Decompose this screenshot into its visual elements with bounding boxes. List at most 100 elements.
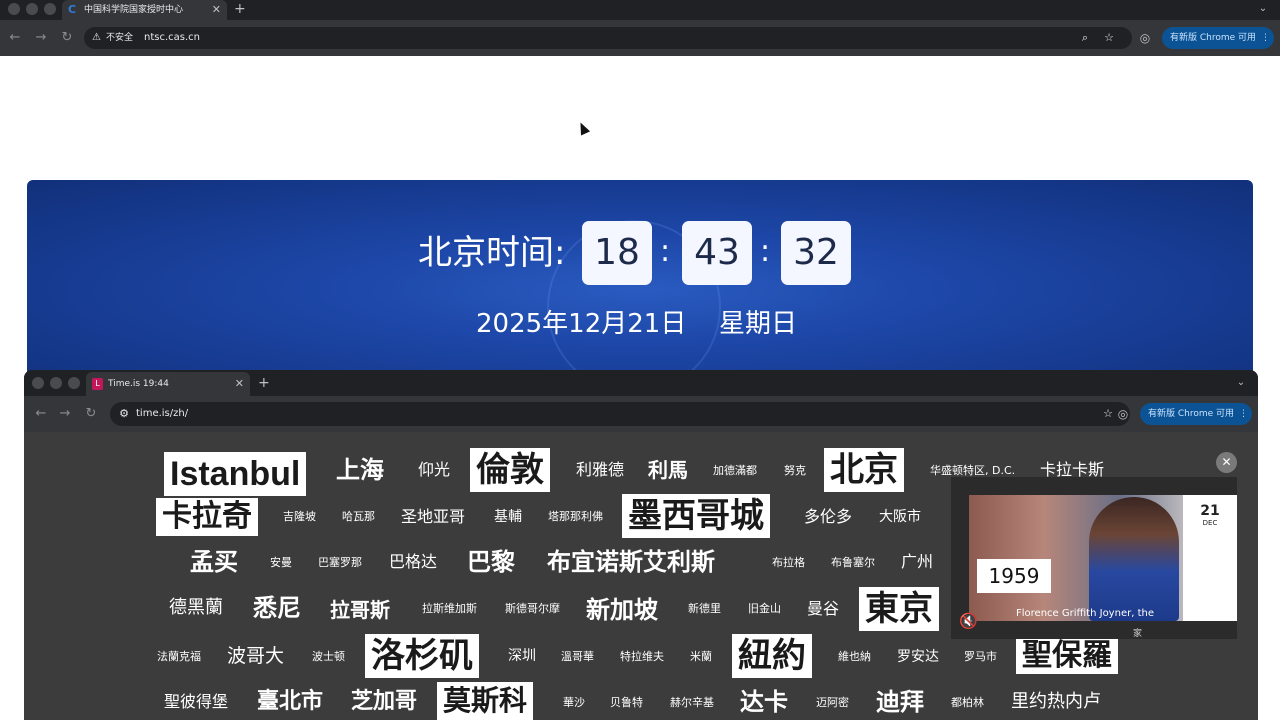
city-link[interactable]: 罗马市: [964, 650, 997, 664]
city-link[interactable]: 孟买: [190, 548, 238, 576]
tab-search-chevron-icon[interactable]: ⌄: [1232, 374, 1250, 392]
forward-arrow-icon[interactable]: →: [32, 29, 50, 47]
city-link[interactable]: 紐約: [732, 634, 812, 678]
city-link[interactable]: 哈瓦那: [342, 510, 375, 524]
reload-icon[interactable]: ↻: [58, 29, 76, 47]
city-link[interactable]: 利雅德: [576, 460, 624, 480]
city-link[interactable]: 拉斯维加斯: [422, 602, 477, 616]
city-link[interactable]: 迪拜: [876, 688, 924, 716]
city-link[interactable]: 墨西哥城: [622, 494, 770, 538]
city-link[interactable]: 大阪市: [879, 507, 921, 527]
city-link[interactable]: 溫哥華: [561, 650, 594, 664]
city-link[interactable]: 波哥大: [227, 646, 284, 666]
city-link[interactable]: 德黑蘭: [169, 598, 223, 618]
city-link[interactable]: 安曼: [270, 556, 292, 570]
new-tab-button[interactable]: +: [234, 0, 246, 18]
city-link[interactable]: 布拉格: [772, 556, 805, 570]
forward-arrow-icon[interactable]: →: [56, 405, 74, 423]
city-link[interactable]: 广州: [901, 552, 933, 572]
city-link[interactable]: 新德里: [688, 602, 721, 616]
city-link[interactable]: 罗安达: [897, 647, 939, 667]
city-link[interactable]: 巴格达: [389, 552, 437, 572]
city-link[interactable]: 臺北市: [257, 688, 323, 716]
city-link[interactable]: 布鲁塞尔: [831, 556, 875, 570]
account-icon[interactable]: ◎: [1137, 30, 1153, 46]
new-tab-button[interactable]: +: [258, 374, 270, 392]
city-link[interactable]: 莫斯科: [437, 682, 534, 720]
city-link[interactable]: 聖彼得堡: [164, 692, 228, 712]
account-icon[interactable]: ◎: [1115, 406, 1131, 422]
city-link[interactable]: 加德滿都: [713, 464, 757, 478]
city-link[interactable]: 旧金山: [748, 602, 781, 616]
city-link[interactable]: 上海: [336, 456, 384, 484]
window-minimize-dot[interactable]: [26, 3, 38, 15]
update-chrome-button[interactable]: 有新版 Chrome 可用 ⋮: [1140, 403, 1252, 425]
tab-close-icon[interactable]: ✕: [235, 372, 244, 396]
city-link[interactable]: 贝鲁特: [610, 696, 643, 710]
city-link[interactable]: 北京: [824, 448, 904, 492]
video-ad-player[interactable]: 21 DEC 1959 Florence Griffith Joyner, th…: [951, 477, 1237, 639]
update-chrome-button[interactable]: 有新版 Chrome 可用 ⋮: [1162, 27, 1274, 49]
city-link[interactable]: 迈阿密: [816, 696, 849, 710]
city-link[interactable]: 深圳: [508, 646, 536, 666]
close-icon[interactable]: ✕: [1216, 452, 1237, 473]
city-link[interactable]: 仰光: [418, 460, 450, 480]
city-link[interactable]: 維也納: [838, 650, 871, 664]
city-link[interactable]: 圣地亚哥: [401, 507, 465, 527]
city-link[interactable]: 米蘭: [690, 650, 712, 664]
url-text[interactable]: time.is/zh/: [136, 402, 188, 426]
city-link[interactable]: 倫敦: [470, 448, 550, 492]
bookmark-star-icon[interactable]: ☆: [1101, 30, 1117, 46]
window-zoom-dot[interactable]: [44, 3, 56, 15]
city-link[interactable]: 巴黎: [467, 548, 515, 576]
city-link[interactable]: 达卡: [740, 688, 788, 716]
tab-ntsc[interactable]: C 中国科学院国家授时中心 ✕: [62, 0, 227, 20]
window-zoom-dot[interactable]: [68, 377, 80, 389]
menu-dots-icon[interactable]: ⋮: [1261, 27, 1270, 49]
city-link[interactable]: 努克: [784, 464, 806, 478]
city-link[interactable]: 斯德哥尔摩: [505, 602, 560, 616]
bookmark-star-icon[interactable]: ☆: [1100, 406, 1116, 422]
url-text[interactable]: ntsc.cas.cn: [144, 27, 200, 49]
menu-dots-icon[interactable]: ⋮: [1239, 403, 1248, 425]
city-link[interactable]: 利馬: [648, 456, 688, 484]
city-link[interactable]: 巴塞罗那: [318, 556, 362, 570]
city-link[interactable]: 都柏林: [951, 696, 984, 710]
city-link[interactable]: Istanbul: [164, 452, 307, 496]
window-minimize-dot[interactable]: [50, 377, 62, 389]
security-chip[interactable]: ⚠ 不安全: [90, 30, 137, 46]
city-link[interactable]: 特拉维夫: [620, 650, 664, 664]
city-link[interactable]: 多伦多: [804, 507, 852, 527]
city-link[interactable]: 悉尼: [253, 594, 301, 622]
address-bar[interactable]: ⚠ 不安全 ntsc.cas.cn ⌕ ☆: [84, 27, 1132, 49]
zoom-icon[interactable]: ⌕: [1077, 30, 1093, 46]
city-link[interactable]: 华盛顿特区, D.C.: [930, 464, 1015, 478]
city-link[interactable]: 華沙: [563, 696, 585, 710]
city-link[interactable]: 芝加哥: [351, 688, 417, 716]
city-link[interactable]: 聖保羅: [1016, 638, 1118, 674]
city-link[interactable]: 里约热内卢: [1011, 692, 1101, 712]
city-link[interactable]: 法蘭克福: [157, 650, 201, 664]
tab-search-chevron-icon[interactable]: ⌄: [1254, 0, 1272, 18]
window-close-dot[interactable]: [8, 3, 20, 15]
back-arrow-icon[interactable]: ←: [6, 29, 24, 47]
city-link[interactable]: 卡拉奇: [156, 498, 258, 536]
window-close-dot[interactable]: [32, 377, 44, 389]
mute-icon[interactable]: 🔇: [959, 612, 981, 630]
city-link[interactable]: 拉哥斯: [330, 596, 390, 624]
city-link[interactable]: 新加坡: [586, 596, 658, 624]
reload-icon[interactable]: ↻: [82, 405, 100, 423]
city-link[interactable]: 波士顿: [312, 650, 345, 664]
site-settings-icon[interactable]: ⚙: [116, 406, 132, 422]
tab-close-icon[interactable]: ✕: [212, 0, 221, 20]
city-link[interactable]: 布宜诺斯艾利斯: [547, 548, 715, 576]
city-link[interactable]: 洛杉矶: [365, 634, 479, 678]
city-link[interactable]: 吉隆坡: [283, 510, 316, 524]
tab-timeis[interactable]: L Time.is 19:44 ✕: [86, 372, 250, 396]
address-bar[interactable]: ⚙ time.is/zh/ ☆: [110, 402, 1130, 426]
city-link[interactable]: 曼谷: [807, 599, 839, 619]
city-link[interactable]: 基輔: [494, 507, 522, 527]
city-link[interactable]: 東京: [859, 587, 939, 631]
back-arrow-icon[interactable]: ←: [32, 405, 50, 423]
city-link[interactable]: 赫尔辛基: [670, 696, 714, 710]
